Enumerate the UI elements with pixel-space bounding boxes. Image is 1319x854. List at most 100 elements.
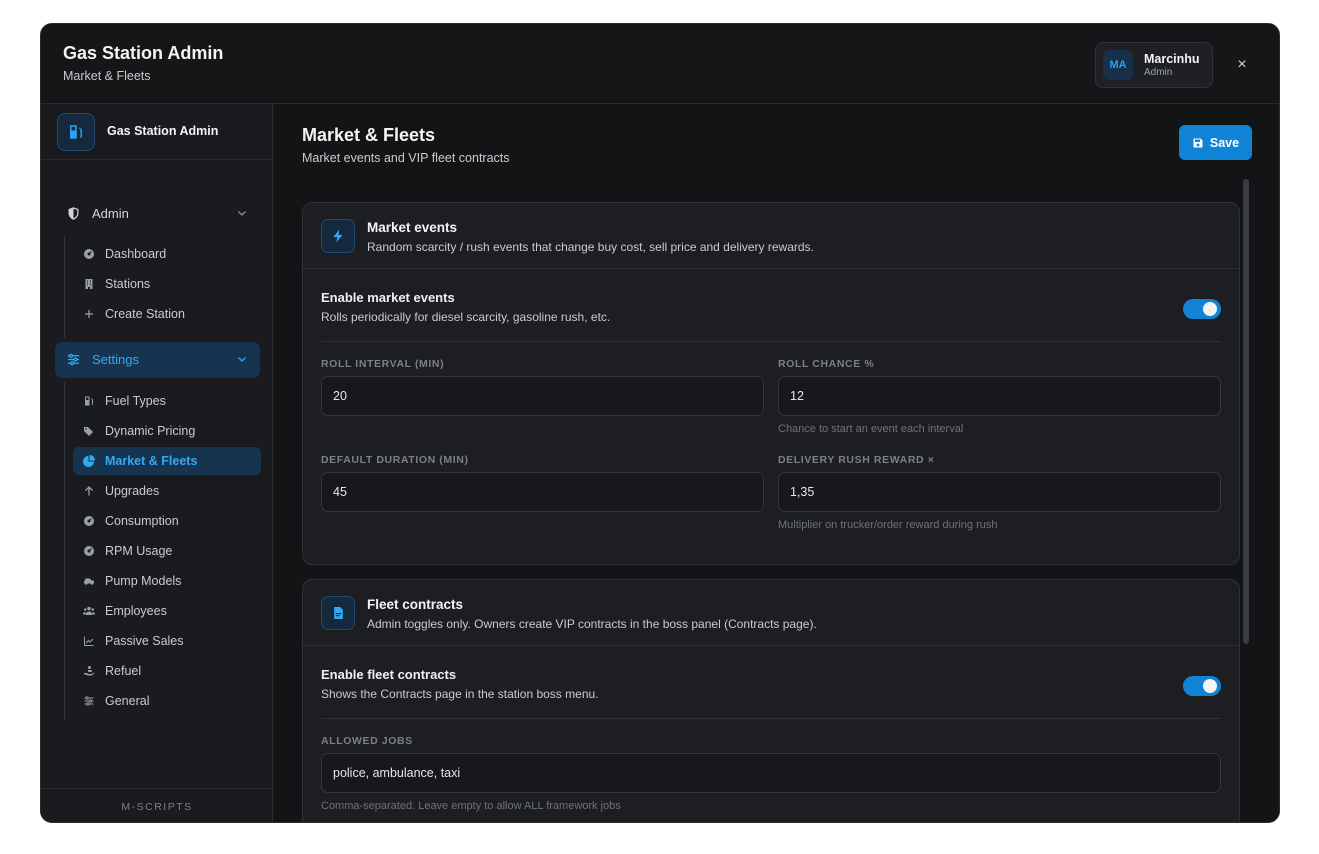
fleet-contracts-toggle[interactable] — [1183, 676, 1221, 696]
sidebar-item-label: Refuel — [105, 664, 142, 678]
allowed-jobs-input[interactable] — [321, 753, 1221, 793]
sidebar-item-dynamic-pricing[interactable]: Dynamic Pricing — [73, 417, 261, 445]
admin-window: Gas Station Admin Market & Fleets MA Mar… — [40, 23, 1280, 823]
sidebar-item-label: General — [105, 694, 150, 708]
lightning-icon — [321, 219, 355, 253]
chevron-down-icon — [238, 211, 246, 216]
card-title: Market events — [367, 220, 458, 235]
scrollbar[interactable] — [1243, 179, 1249, 644]
toggle-title: Enable fleet contracts — [321, 667, 457, 682]
building-icon — [85, 279, 93, 289]
sidebar-item-label: Stations — [105, 277, 151, 291]
card-title: Fleet contracts — [367, 597, 464, 612]
sidebar-item-label: Market & Fleets — [105, 454, 198, 468]
save-button[interactable]: Save — [1179, 125, 1252, 160]
app-title: Gas Station Admin — [63, 43, 224, 63]
save-button-label: Save — [1209, 135, 1240, 150]
market-events-card: Market events Random scarcity / rush eve… — [302, 202, 1240, 565]
gauge-icon — [84, 249, 94, 259]
sidebar-group-settings[interactable]: Settings — [55, 342, 260, 378]
sidebar-item-label: Employees — [105, 604, 167, 618]
rush-reward-label: DELIVERY RUSH REWARD × — [778, 454, 935, 466]
roll-interval-input[interactable] — [321, 376, 764, 416]
chart-line-icon — [84, 636, 94, 646]
sidebar-item-stations[interactable]: Stations — [73, 270, 261, 298]
sidebar-item-rpm-usage[interactable]: RPM Usage — [73, 537, 261, 565]
fuel-pump-icon — [85, 396, 93, 406]
gauge-icon — [84, 516, 94, 526]
market-events-toggle-row: Enable market events Rolls periodically … — [321, 269, 1221, 342]
default-duration-input[interactable] — [321, 472, 764, 512]
card-description: Admin toggles only. Owners create VIP co… — [367, 617, 817, 631]
toggle-title: Enable market events — [321, 290, 455, 305]
chevron-down-icon — [238, 357, 246, 362]
hand-icon — [84, 666, 94, 676]
avatar: MA — [1103, 50, 1133, 80]
main-content: Market & Fleets Market events and VIP fl… — [273, 104, 1279, 822]
sidebar-brand: Gas Station Admin — [41, 104, 273, 160]
default-duration-label: DEFAULT DURATION (MIN) — [321, 454, 469, 466]
sidebar-item-passive-sales[interactable]: Passive Sales — [73, 627, 261, 655]
save-icon — [1193, 138, 1203, 147]
user-name: Marcinhu — [1144, 52, 1200, 66]
sidebar: Gas Station Admin Admin Dashboard Statio… — [41, 104, 273, 822]
users-icon — [83, 606, 95, 615]
fleet-contracts-card: Fleet contracts Admin toggles only. Owne… — [302, 579, 1240, 822]
sidebar-item-market-fleets[interactable]: Market & Fleets — [73, 447, 261, 475]
sidebar-item-pump-models[interactable]: Pump Models — [73, 567, 261, 595]
card-header: Fleet contracts Admin toggles only. Owne… — [303, 580, 1239, 646]
sidebar-item-create-station[interactable]: Create Station — [73, 300, 261, 328]
sidebar-item-label: RPM Usage — [105, 544, 173, 558]
car-icon — [84, 578, 94, 585]
sidebar-item-refuel[interactable]: Refuel — [73, 657, 261, 685]
sidebar-item-label: Dynamic Pricing — [105, 424, 196, 438]
sidebar-brand-name: Gas Station Admin — [107, 124, 219, 138]
sidebar-item-label: Pump Models — [105, 574, 182, 588]
roll-chance-input[interactable] — [778, 376, 1221, 416]
arrow-up-icon — [85, 486, 93, 496]
page-title: Market & Fleets — [302, 125, 436, 145]
gauge-icon — [84, 546, 94, 556]
toggle-description: Rolls periodically for diesel scarcity, … — [321, 310, 611, 324]
app-subtitle: Market & Fleets — [63, 69, 151, 83]
sliders-icon — [84, 696, 94, 706]
sidebar-item-label: Fuel Types — [105, 394, 166, 408]
fleet-contracts-toggle-row: Enable fleet contracts Shows the Contrac… — [321, 646, 1221, 719]
rush-reward-help: Multiplier on trucker/order reward durin… — [778, 519, 998, 531]
sidebar-item-label: Upgrades — [105, 484, 160, 498]
sidebar-item-label: Consumption — [105, 514, 179, 528]
sidebar-footer: M-SCRIPTS — [41, 788, 273, 822]
fuel-pump-icon — [57, 113, 95, 151]
sidebar-item-upgrades[interactable]: Upgrades — [73, 477, 261, 505]
sidebar-item-fuel-types[interactable]: Fuel Types — [73, 387, 261, 415]
pie-chart-icon — [83, 455, 95, 467]
sidebar-item-employees[interactable]: Employees — [73, 597, 261, 625]
sidebar-item-dashboard[interactable]: Dashboard — [73, 240, 261, 268]
card-description: Random scarcity / rush events that chang… — [367, 240, 814, 254]
user-chip[interactable]: MA Marcinhu Admin — [1095, 42, 1213, 88]
tag-icon — [84, 427, 93, 436]
document-icon — [321, 596, 355, 630]
user-role: Admin — [1144, 67, 1173, 78]
shield-icon — [68, 207, 79, 220]
sidebar-item-general[interactable]: General — [73, 687, 261, 715]
tree-line — [64, 236, 65, 338]
page-subtitle: Market events and VIP fleet contracts — [302, 151, 510, 165]
tree-line — [64, 382, 65, 720]
close-button[interactable]: × — [1231, 54, 1253, 76]
roll-chance-label: ROLL CHANCE % — [778, 358, 875, 370]
roll-interval-label: ROLL INTERVAL (MIN) — [321, 358, 445, 370]
sidebar-group-label: Admin — [92, 206, 129, 221]
sidebar-item-label: Dashboard — [105, 247, 167, 261]
sidebar-item-consumption[interactable]: Consumption — [73, 507, 261, 535]
sidebar-group-label: Settings — [92, 352, 139, 367]
sidebar-group-admin[interactable]: Admin — [55, 196, 260, 232]
top-bar: Gas Station Admin Market & Fleets MA Mar… — [41, 24, 1279, 104]
card-header: Market events Random scarcity / rush eve… — [303, 203, 1239, 269]
sidebar-item-label: Create Station — [105, 307, 185, 321]
close-icon: × — [1237, 56, 1247, 73]
allowed-jobs-label: ALLOWED JOBS — [321, 735, 413, 747]
market-events-toggle[interactable] — [1183, 299, 1221, 319]
toggle-knob — [1203, 302, 1217, 316]
rush-reward-input[interactable] — [778, 472, 1221, 512]
